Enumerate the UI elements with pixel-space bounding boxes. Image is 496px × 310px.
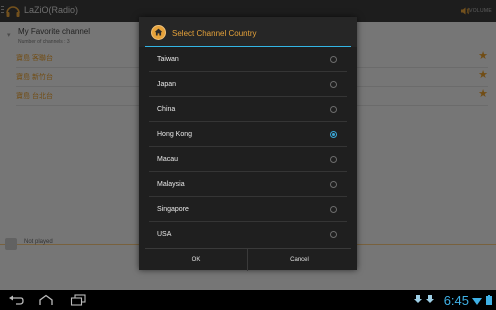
dialog-button-bar: OK Cancel	[145, 248, 351, 271]
home-icon[interactable]	[38, 294, 54, 306]
country-label: Hong Kong	[157, 131, 193, 138]
wifi-icon	[472, 298, 482, 305]
radio-button[interactable]	[330, 206, 337, 213]
download-notification-icon[interactable]	[414, 295, 422, 304]
country-label: Singapore	[157, 206, 189, 213]
country-option-malaysia[interactable]: Malaysia	[145, 172, 351, 197]
country-label: Macau	[157, 156, 179, 163]
country-option-taiwan[interactable]: Taiwan	[145, 47, 351, 72]
home-icon	[151, 25, 166, 40]
cancel-button[interactable]: Cancel	[248, 249, 351, 271]
radio-button[interactable]	[330, 181, 337, 188]
radio-button[interactable]	[330, 156, 337, 163]
country-label: Taiwan	[157, 56, 179, 63]
radio-button[interactable]	[330, 81, 337, 88]
radio-button[interactable]	[330, 56, 337, 63]
country-label: China	[157, 106, 176, 113]
dialog-header: Select Channel Country	[139, 17, 357, 47]
ok-button[interactable]: OK	[145, 249, 248, 271]
radio-button-selected[interactable]	[330, 131, 337, 138]
country-option-japan[interactable]: Japan	[145, 72, 351, 97]
country-option-china[interactable]: China	[145, 97, 351, 122]
select-country-dialog: Select Channel Country Taiwan Japan Chin…	[139, 17, 357, 271]
country-label: Japan	[157, 81, 177, 88]
back-icon[interactable]	[8, 294, 24, 306]
battery-icon	[486, 295, 492, 305]
download-notification-icon[interactable]	[426, 295, 434, 304]
country-option-singapore[interactable]: Singapore	[145, 197, 351, 222]
country-option-macau[interactable]: Macau	[145, 147, 351, 172]
country-label: Malaysia	[157, 181, 185, 188]
country-option-usa[interactable]: USA	[145, 222, 351, 247]
clock[interactable]: 6:45	[444, 293, 469, 308]
country-label: USA	[157, 231, 172, 238]
dialog-title: Select Channel Country	[172, 29, 257, 38]
screen: LaZiO(Radio) VOLUME ▾ My Favorite channe…	[0, 0, 496, 310]
recent-apps-icon[interactable]	[70, 294, 86, 306]
radio-button[interactable]	[330, 106, 337, 113]
country-option-hong-kong[interactable]: Hong Kong	[145, 122, 351, 147]
system-nav-bar: 6:45	[0, 290, 496, 310]
radio-button[interactable]	[330, 231, 337, 238]
